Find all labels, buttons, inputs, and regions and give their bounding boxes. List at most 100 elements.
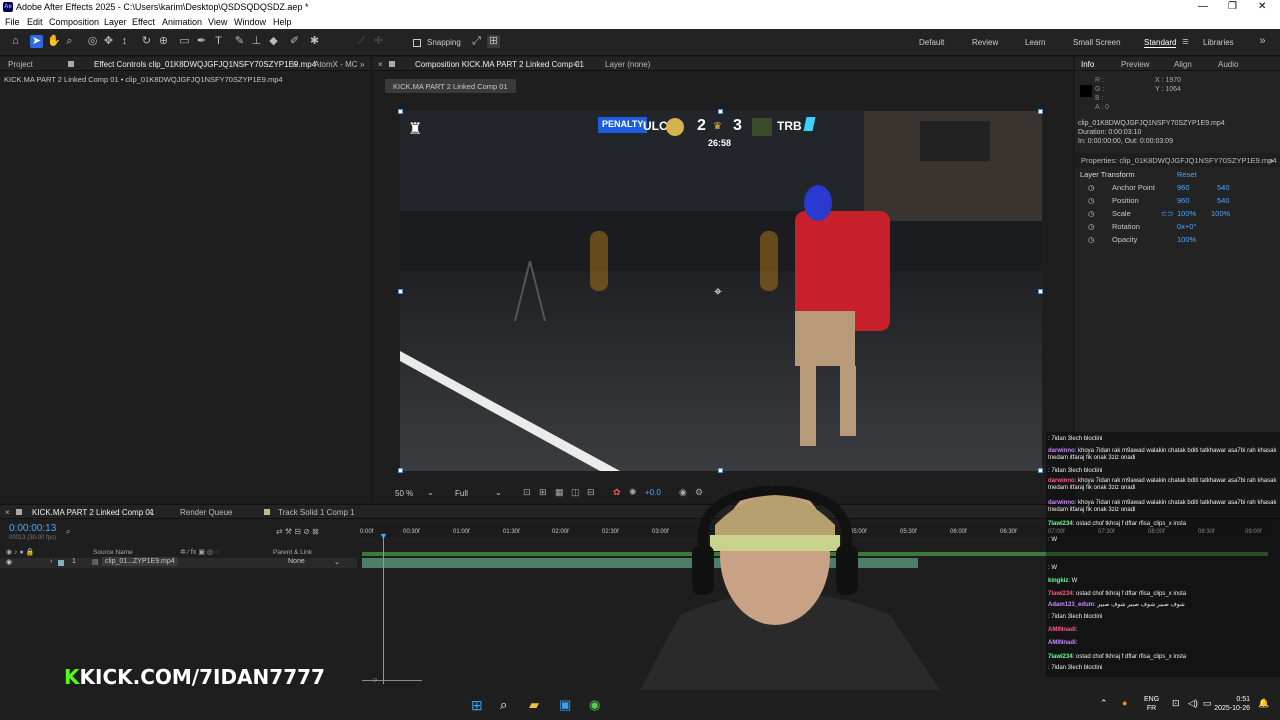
snapping-checkbox[interactable]: [413, 39, 421, 47]
clock[interactable]: 0:51 2025-10-26: [1206, 695, 1250, 713]
transparency-grid-icon[interactable]: ▦: [555, 487, 564, 498]
more-tabs-icon[interactable]: »: [360, 60, 364, 69]
transform-handle[interactable]: [398, 468, 403, 473]
selection-tool-icon[interactable]: ➤: [30, 35, 43, 48]
stopwatch-icon[interactable]: ◷: [1088, 209, 1095, 218]
home-icon[interactable]: ⌂: [9, 35, 22, 48]
chrome-icon[interactable]: ◉: [589, 697, 600, 713]
workspace-default[interactable]: Default: [919, 38, 944, 47]
snap-options-icon[interactable]: ⤢: [470, 35, 483, 48]
playhead-icon[interactable]: ▼: [379, 531, 388, 541]
zoom-level[interactable]: 50 %: [395, 489, 413, 498]
menu-file[interactable]: File: [5, 17, 20, 27]
tab-render-queue[interactable]: Render Queue: [180, 508, 232, 517]
rectangle-tool-icon[interactable]: ▭: [178, 35, 191, 48]
stopwatch-icon[interactable]: ◷: [1088, 196, 1095, 205]
composition-viewer[interactable]: PENALTY ULC 2 ♛ 3 TRB 26:58 ♜ ⌖: [400, 111, 1042, 471]
tab-info[interactable]: Info: [1081, 60, 1094, 69]
layer-name[interactable]: clip_01...ZYP1E9.mp4: [102, 557, 178, 566]
pen-tool-icon[interactable]: ✒: [195, 35, 208, 48]
transform-handle[interactable]: [398, 289, 403, 294]
more-workspaces-icon[interactable]: »: [1256, 35, 1269, 48]
hand-tool-icon[interactable]: ✋: [47, 35, 61, 48]
puppet-tool-icon[interactable]: ✱: [308, 35, 321, 48]
orbit-tool-icon[interactable]: ◎: [86, 35, 99, 48]
mask-visibility-icon[interactable]: ◫: [571, 487, 580, 498]
workspace-small-screen[interactable]: Small Screen: [1073, 38, 1121, 47]
properties-more-icon[interactable]: »: [1269, 156, 1273, 165]
clone-stamp-icon[interactable]: ⊥: [250, 35, 263, 48]
rotate-tool-icon[interactable]: ↻: [140, 35, 153, 48]
minimize-icon[interactable]: —: [1198, 1, 1208, 12]
menu-animation[interactable]: Animation: [162, 17, 202, 27]
snap-target-icon[interactable]: ⊞: [487, 35, 500, 48]
transform-handle[interactable]: [718, 109, 723, 114]
workspace-learn[interactable]: Learn: [1025, 38, 1045, 47]
stopwatch-icon[interactable]: ◷: [1088, 235, 1095, 244]
snapshot-icon[interactable]: ⊡: [523, 487, 531, 498]
align-icon[interactable]: ⟋: [355, 35, 368, 48]
layer-row[interactable]: ◉ › 1 ▤ clip_01...ZYP1E9.mp4 None ⌄: [0, 557, 357, 568]
layer-expand-icon[interactable]: ›: [50, 558, 52, 565]
prop-rotation[interactable]: 0x+0°: [1177, 222, 1196, 231]
workspace-standard[interactable]: Standard: [1144, 38, 1177, 48]
volume-icon[interactable]: ◁): [1188, 698, 1198, 709]
transform-handle[interactable]: [1038, 468, 1043, 473]
menu-effect[interactable]: Effect: [132, 17, 155, 27]
panel-menu-icon[interactable]: ≡: [292, 60, 297, 69]
prop-scale-y[interactable]: 100%: [1211, 209, 1230, 218]
comp-flowchart-icon[interactable]: ⇄ ⚒ ⊟ ⊘ ⊠: [276, 527, 319, 536]
tab-project[interactable]: Project: [8, 60, 33, 69]
grid-icon[interactable]: ⊞: [539, 487, 547, 498]
notification-icon[interactable]: 🔔: [1258, 698, 1269, 709]
playhead-line[interactable]: [383, 534, 384, 684]
restore-icon[interactable]: ❐: [1228, 1, 1237, 12]
mic-icon[interactable]: ●: [1122, 698, 1127, 708]
menu-layer[interactable]: Layer: [104, 17, 127, 27]
zoom-slider[interactable]: [362, 680, 422, 681]
tab-composition[interactable]: Composition KICK.MA PART 2 Linked Comp 0…: [415, 60, 584, 69]
prop-position-x[interactable]: 960: [1177, 196, 1190, 205]
file-explorer-icon[interactable]: ▰: [529, 697, 539, 713]
language-indicator[interactable]: ENG FR: [1144, 695, 1159, 713]
dolly-tool-icon[interactable]: ↕: [118, 35, 131, 48]
parent-chevron-icon[interactable]: ⌄: [334, 558, 340, 566]
store-icon[interactable]: ▣: [559, 697, 571, 713]
network-icon[interactable]: ⊡: [1172, 698, 1180, 709]
menu-window[interactable]: Window: [234, 17, 266, 27]
workspace-review[interactable]: Review: [972, 38, 998, 47]
anchor-point-icon[interactable]: ⌖: [714, 283, 722, 300]
tab-preview[interactable]: Preview: [1121, 60, 1149, 69]
stopwatch-icon[interactable]: ◷: [1088, 183, 1095, 192]
axis-icon[interactable]: ✛: [372, 35, 385, 48]
tab-layer[interactable]: Layer (none): [605, 60, 650, 69]
brush-tool-icon[interactable]: ✎: [233, 35, 246, 48]
close-icon[interactable]: ✕: [1258, 1, 1266, 12]
prop-position-y[interactable]: 540: [1217, 196, 1230, 205]
tab-align[interactable]: Align: [1174, 60, 1192, 69]
tab-track-solid[interactable]: Track Solid 1 Comp 1: [278, 508, 355, 517]
timeline-menu-icon[interactable]: ≡: [148, 508, 153, 517]
pan-tool-icon[interactable]: ✥: [102, 35, 115, 48]
transform-handle[interactable]: [1038, 289, 1043, 294]
menu-composition[interactable]: Composition: [49, 17, 99, 27]
resolution-chevron-icon[interactable]: ⌄: [495, 488, 502, 497]
prop-anchor-x[interactable]: 960: [1177, 183, 1190, 192]
menu-view[interactable]: View: [208, 17, 227, 27]
tab-audio[interactable]: Audio: [1218, 60, 1238, 69]
transform-handle[interactable]: [398, 109, 403, 114]
zoom-slider-handle-icon[interactable]: ○: [373, 677, 377, 684]
workspace-libraries[interactable]: Libraries: [1203, 38, 1234, 47]
anchor-tool-icon[interactable]: ⊕: [157, 35, 170, 48]
tab-atomx[interactable]: AtomX - MC: [314, 60, 358, 69]
timeline-search-icon[interactable]: ⌕: [66, 527, 146, 537]
reset-link[interactable]: Reset: [1177, 170, 1197, 179]
zoom-tool-icon[interactable]: ⌕: [63, 35, 76, 48]
tab-timeline-comp[interactable]: KICK.MA PART 2 Linked Comp 01: [32, 508, 154, 517]
tray-chevron-icon[interactable]: ⌃: [1100, 698, 1108, 709]
menu-help[interactable]: Help: [273, 17, 292, 27]
tab-effect-controls[interactable]: Effect Controls clip_01K8DWQJGFJQ1NSFY70…: [94, 60, 316, 69]
current-timecode[interactable]: 0:00:00:13: [9, 523, 56, 534]
windows-start-icon[interactable]: ⊞: [471, 698, 485, 712]
close-comp-tab-icon[interactable]: ×: [378, 60, 383, 69]
